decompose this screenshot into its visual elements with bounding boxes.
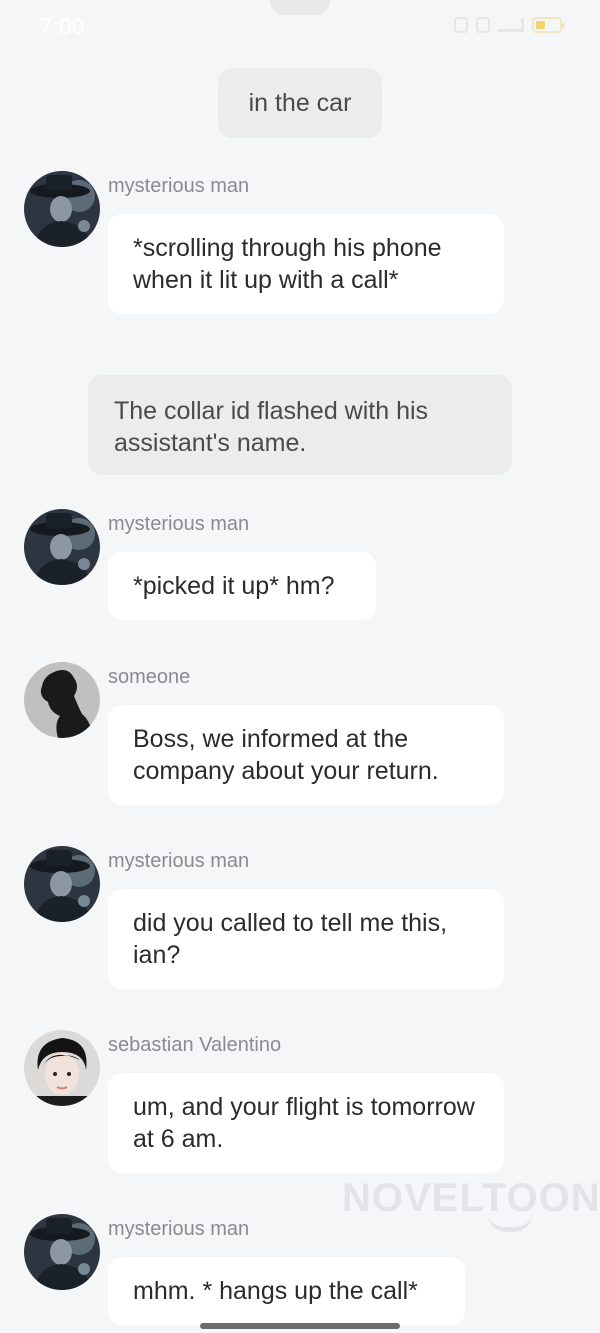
home-indicator[interactable] [200, 1323, 400, 1329]
silhouette-icon [24, 662, 100, 738]
sender-name: mysterious man [108, 1218, 250, 1240]
watermark-smile-icon [488, 1214, 532, 1232]
young-man-portrait-icon [24, 1030, 100, 1106]
scene-label: in the car [218, 68, 382, 138]
sender-name: sebastian Valentino [108, 1034, 282, 1056]
sender-name: someone [108, 666, 191, 688]
status-icons [454, 17, 565, 33]
avatar[interactable] [24, 509, 100, 585]
pull-down-tab[interactable] [270, 0, 330, 15]
message-bubble[interactable]: mhm. * hangs up the call* [108, 1257, 465, 1325]
avatar[interactable] [24, 662, 100, 738]
sender-name: mysterious man [108, 513, 250, 535]
sender-name: mysterious man [108, 850, 250, 872]
avatar[interactable] [24, 1030, 100, 1106]
avatar[interactable] [24, 846, 100, 922]
message-bubble[interactable]: Boss, we informed at the company about y… [108, 705, 504, 805]
signal-icon [498, 18, 524, 32]
status-time: 7:00 [40, 14, 85, 39]
vibrate-icon [454, 17, 468, 33]
status-bar: 7:00 [0, 0, 600, 52]
dark-hat-portrait-icon [24, 509, 100, 585]
watermark-text: NOVELTOON [342, 1176, 600, 1220]
sender-name: mysterious man [108, 175, 250, 197]
sim-icon [476, 17, 490, 33]
dark-hat-portrait-icon [24, 1214, 100, 1290]
message-bubble[interactable]: *picked it up* hm? [108, 552, 376, 620]
avatar[interactable] [24, 171, 100, 247]
avatar[interactable] [24, 1214, 100, 1290]
dark-hat-portrait-icon [24, 846, 100, 922]
message-bubble[interactable]: *scrolling through his phone when it lit… [108, 214, 504, 314]
narration-bubble: The collar id flashed with his assistant… [88, 375, 512, 475]
message-bubble[interactable]: did you called to tell me this, ian? [108, 889, 504, 989]
battery-icon [532, 17, 565, 33]
dark-hat-portrait-icon [24, 171, 100, 247]
message-bubble[interactable]: um, and your flight is tomorrow at 6 am. [108, 1073, 504, 1173]
